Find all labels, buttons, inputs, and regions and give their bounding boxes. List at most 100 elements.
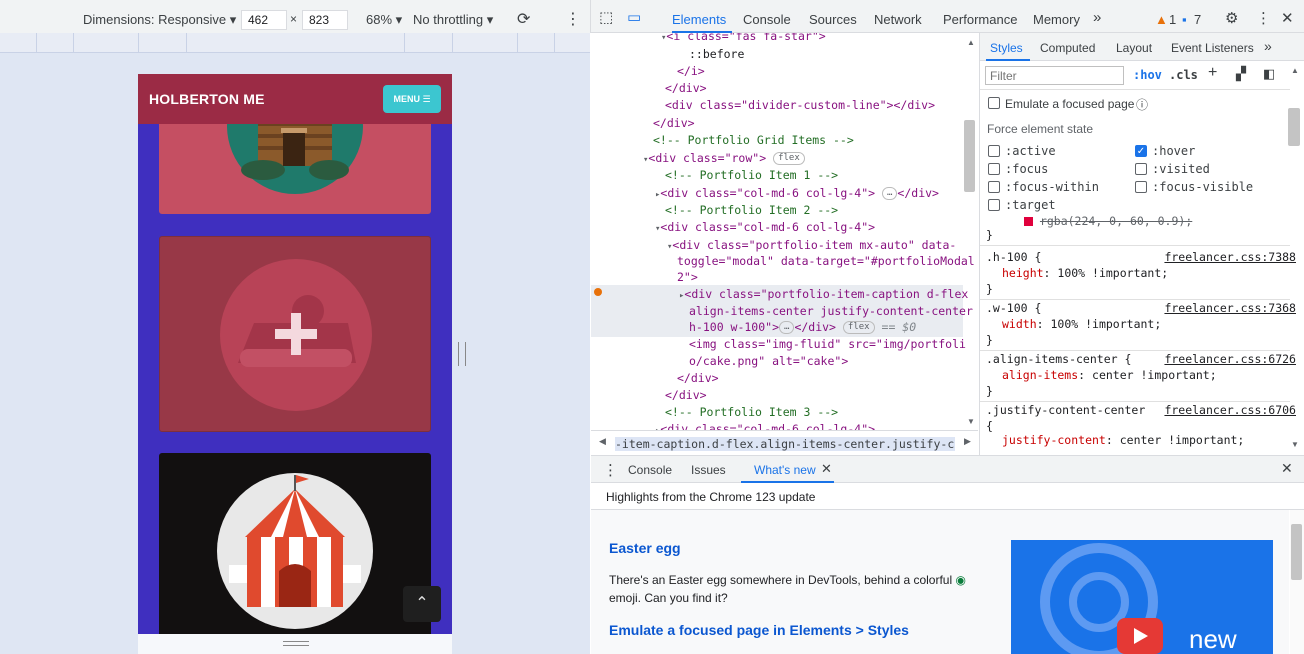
warning-count[interactable]: 1: [1169, 12, 1176, 27]
rule-h100[interactable]: .h-100 { freelancer.css:7388: [986, 249, 1296, 265]
inspect-element-icon[interactable]: ⬚: [599, 8, 613, 26]
rule-source-link[interactable]: freelancer.css:6726: [1164, 351, 1296, 367]
state-focus-visible-checkbox[interactable]: [1135, 181, 1147, 193]
tree-line[interactable]: 2">: [677, 269, 698, 286]
promo-video-thumbnail[interactable]: new: [1011, 540, 1273, 654]
flex-badge[interactable]: flex: [773, 152, 805, 165]
breakpoint-dot-icon[interactable]: [594, 288, 602, 296]
portfolio-item-circus[interactable]: [159, 453, 431, 634]
state-focus-within-checkbox[interactable]: [988, 181, 1000, 193]
new-rule-icon[interactable]: +: [1208, 64, 1217, 82]
styles-scrollbar[interactable]: [1288, 108, 1300, 146]
scroll-down-icon[interactable]: ▼: [967, 417, 975, 426]
drawer-tab-whats-new[interactable]: What's new: [754, 463, 816, 477]
styles-filter-input[interactable]: [985, 66, 1124, 85]
tree-comment[interactable]: <!-- Portfolio Grid Items -->: [653, 132, 854, 149]
tree-line[interactable]: <img class="img-fluid" src="img/portfoli: [689, 336, 966, 353]
resize-grip-icon[interactable]: [283, 641, 309, 646]
rule-justify-content[interactable]: .justify-content-center freelancer.css:6…: [986, 402, 1296, 418]
elements-scrollbar[interactable]: [964, 120, 975, 192]
scroll-top-button[interactable]: ⌃: [403, 586, 441, 622]
width-input[interactable]: [241, 10, 287, 30]
state-target-checkbox[interactable]: [988, 199, 1000, 211]
easter-egg-heading[interactable]: Easter egg: [609, 540, 681, 556]
breadcrumb[interactable]: -item-caption.d-flex.align-items-center.…: [615, 437, 955, 451]
tree-line[interactable]: </div>: [665, 80, 707, 97]
close-drawer-icon[interactable]: ✕: [1281, 460, 1293, 477]
state-focus-checkbox[interactable]: [988, 163, 1000, 175]
tree-comment[interactable]: <!-- Portfolio Item 1 -->: [665, 167, 838, 184]
height-input[interactable]: [302, 10, 348, 30]
state-active-checkbox[interactable]: [988, 145, 1000, 157]
dimensions-dropdown[interactable]: Dimensions: Responsive ▾: [83, 12, 236, 28]
tree-line[interactable]: ▸<div class="col-md-6 col-lg-4">: [655, 421, 875, 430]
rule-declaration[interactable]: height: 100% !important;: [986, 265, 1296, 281]
tree-line[interactable]: </i>: [677, 63, 705, 80]
flex-badge[interactable]: flex: [842, 321, 875, 334]
tab-computed[interactable]: Computed: [1040, 41, 1095, 55]
rule-source-link[interactable]: freelancer.css:7388: [1164, 249, 1296, 265]
close-tab-icon[interactable]: ✕: [821, 461, 832, 477]
drawer-tab-issues[interactable]: Issues: [691, 463, 726, 477]
breadcrumb-right-icon[interactable]: ▶: [964, 436, 971, 447]
state-hover-checkbox[interactable]: ✓: [1135, 145, 1147, 157]
tree-line[interactable]: </div>: [677, 370, 719, 387]
settings-gear-icon[interactable]: ⚙: [1225, 9, 1238, 27]
rule-declaration[interactable]: width: 100% !important;: [986, 316, 1296, 332]
tab-performance[interactable]: Performance: [943, 12, 1017, 27]
paint-brush-icon[interactable]: ▞: [1236, 66, 1246, 82]
side-resize-grip-icon[interactable]: [458, 342, 466, 366]
tab-memory[interactable]: Memory: [1033, 12, 1080, 27]
color-swatch[interactable]: [1024, 217, 1033, 226]
cls-toggle[interactable]: .cls: [1169, 68, 1198, 82]
ellipsis-badge[interactable]: …: [779, 321, 795, 334]
devtools-menu-icon[interactable]: ⋮: [1256, 9, 1271, 27]
site-brand[interactable]: HOLBERTON ME: [149, 91, 265, 107]
close-devtools-icon[interactable]: ✕: [1281, 9, 1294, 27]
breadcrumb-left-icon[interactable]: ◀: [599, 436, 606, 447]
rule-declaration[interactable]: justify-content: center !important;: [986, 432, 1296, 448]
more-style-tabs-icon[interactable]: »: [1264, 38, 1272, 54]
emulate-focus-checkbox[interactable]: [988, 97, 1000, 109]
tab-elements[interactable]: Elements: [672, 12, 726, 27]
tree-comment[interactable]: <!-- Portfolio Item 3 -->: [665, 404, 838, 421]
portfolio-item-cake[interactable]: [159, 236, 431, 432]
warning-icon[interactable]: ▲: [1155, 12, 1168, 27]
tree-line[interactable]: ▾<i class="fas fa-star">: [661, 33, 826, 45]
drawer-menu-icon[interactable]: ⋮: [603, 461, 618, 479]
sidebar-toggle-icon[interactable]: ◧: [1263, 66, 1275, 82]
tree-line-selected[interactable]: ▸<div class="portfolio-item-caption d-fl…: [679, 286, 968, 303]
rule-declaration[interactable]: align-items: center !important;: [986, 367, 1296, 383]
tree-line[interactable]: ::before: [689, 46, 744, 63]
zoom-dropdown[interactable]: 68% ▾: [366, 12, 402, 28]
rule-align-items[interactable]: .align-items-center { freelancer.css:672…: [986, 351, 1296, 367]
tree-comment[interactable]: <!-- Portfolio Item 2 -->: [665, 202, 838, 219]
tree-line[interactable]: <div class="divider-custom-line"></div>: [665, 97, 935, 114]
rotate-icon[interactable]: ⟳: [517, 9, 530, 29]
drawer-scrollbar[interactable]: [1290, 510, 1304, 654]
tab-network[interactable]: Network: [874, 12, 922, 27]
menu-button[interactable]: MENU ☰: [383, 85, 441, 113]
tree-line-selected[interactable]: align-items-center justify-content-cente…: [689, 303, 973, 320]
styles-scroll-up-icon[interactable]: ▲: [1291, 66, 1299, 75]
rule-source-link[interactable]: freelancer.css:7368: [1164, 300, 1296, 316]
state-visited-checkbox[interactable]: [1135, 163, 1147, 175]
ellipsis-badge[interactable]: …: [882, 187, 898, 200]
tree-line[interactable]: toggle="modal" data-target="#portfolioMo…: [677, 253, 975, 270]
tab-layout[interactable]: Layout: [1116, 41, 1152, 55]
tab-sources[interactable]: Sources: [809, 12, 857, 27]
emulate-focus-heading[interactable]: Emulate a focused page in Elements > Sty…: [609, 622, 909, 638]
tree-line-selected[interactable]: h-100 w-100">… </div> flex == $0: [689, 319, 916, 336]
styles-scroll-down-icon[interactable]: ▼: [1291, 440, 1299, 449]
scroll-up-icon[interactable]: ▲: [967, 38, 975, 47]
help-icon[interactable]: ⓘ: [1136, 96, 1148, 113]
tab-console[interactable]: Console: [743, 12, 791, 27]
drawer-tab-console[interactable]: Console: [628, 463, 672, 477]
more-options-icon[interactable]: ⋮: [565, 9, 581, 29]
rule-source-link[interactable]: freelancer.css:6706: [1164, 402, 1296, 418]
more-tabs-icon[interactable]: »: [1093, 9, 1101, 26]
tree-line[interactable]: ▾<div class="row"> flex: [643, 150, 805, 167]
tree-line[interactable]: ▾<div class="col-md-6 col-lg-4">: [655, 219, 875, 236]
device-toggle-icon[interactable]: ▭: [627, 8, 641, 26]
tab-styles[interactable]: Styles: [990, 41, 1023, 55]
